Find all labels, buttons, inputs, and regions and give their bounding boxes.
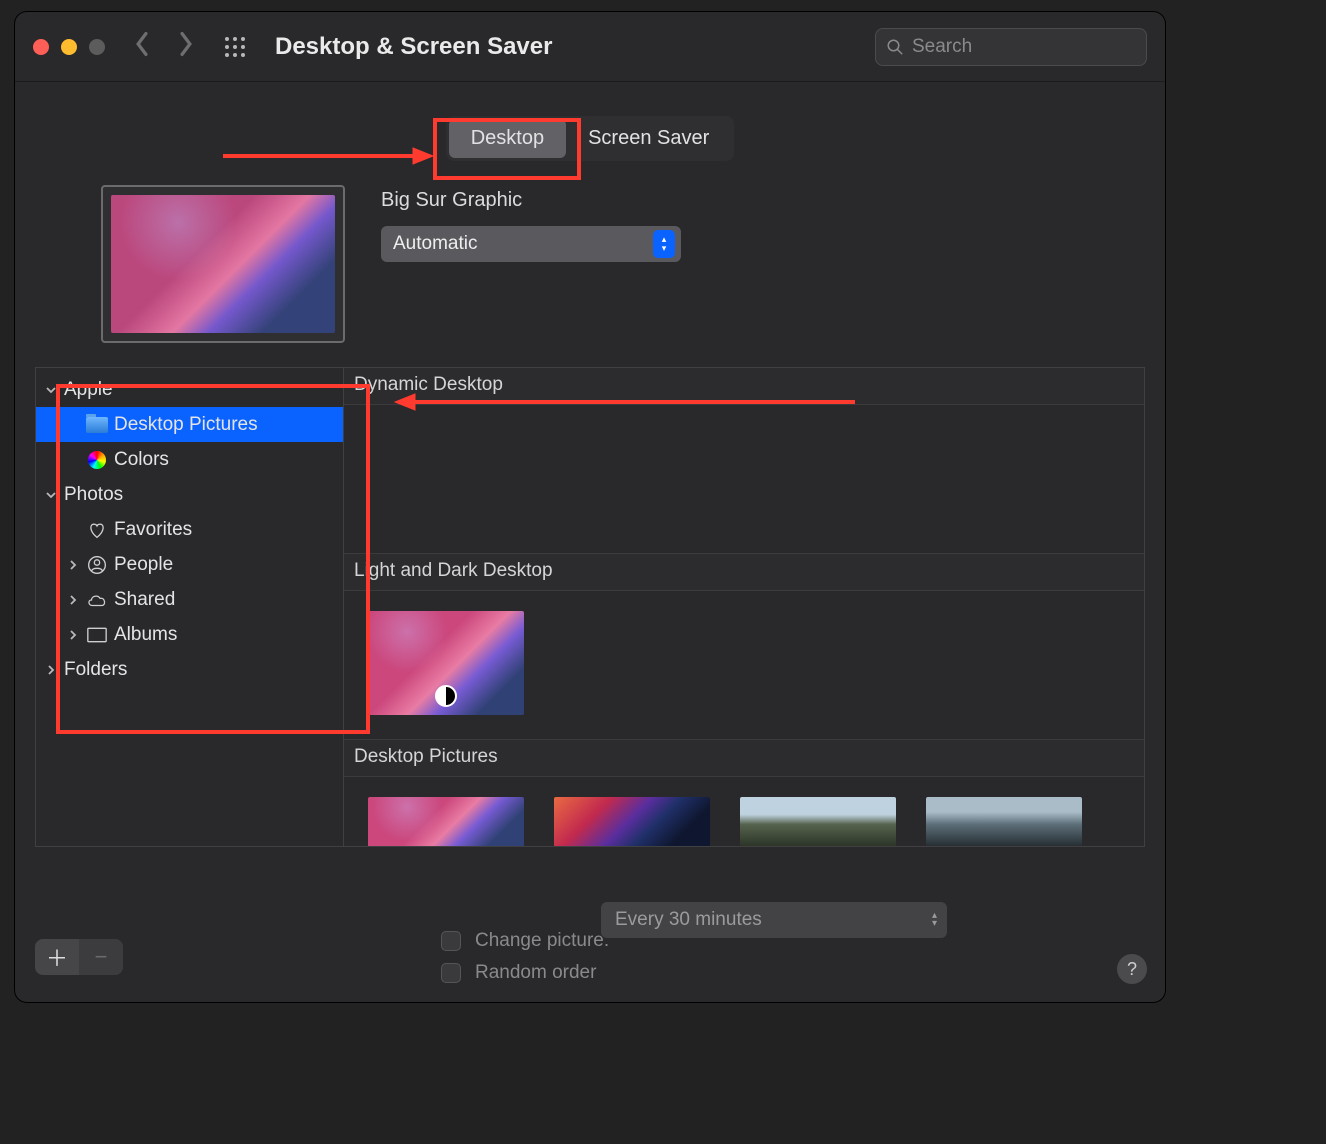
annotation-arrow-tab bbox=[223, 146, 433, 171]
wallpaper-thumb[interactable] bbox=[368, 611, 524, 715]
close-window-button[interactable] bbox=[33, 39, 49, 55]
change-interval-select[interactable]: Every 30 minutes ▴▾ bbox=[601, 902, 947, 938]
stepper-icon: ▴▾ bbox=[932, 912, 937, 928]
annotation-box-sidebar bbox=[56, 384, 370, 734]
wallpaper-thumb[interactable] bbox=[740, 797, 896, 847]
preview-row: Big Sur Graphic Automatic ▴▾ bbox=[35, 185, 1145, 343]
remove-folder-button[interactable]: − bbox=[79, 939, 123, 975]
change-interval-value: Every 30 minutes bbox=[615, 909, 762, 931]
change-picture-checkbox[interactable] bbox=[441, 931, 461, 951]
light-dark-badge-icon bbox=[435, 685, 457, 707]
gallery-strip-pictures bbox=[344, 777, 1144, 847]
traffic-lights bbox=[33, 39, 105, 55]
tab-row: Desktop Screen Saver bbox=[15, 82, 1165, 161]
wallpaper-thumb[interactable] bbox=[926, 425, 1082, 529]
wallpaper-thumb[interactable] bbox=[368, 797, 524, 847]
add-remove-control: ＋ − bbox=[35, 939, 123, 975]
gallery-section-lightdark: Light and Dark Desktop bbox=[344, 554, 1144, 591]
nav-buttons bbox=[133, 31, 195, 62]
wallpaper-thumb[interactable] bbox=[554, 797, 710, 847]
annotation-box-desktop-tab bbox=[433, 118, 581, 180]
back-button[interactable] bbox=[133, 31, 151, 62]
help-button[interactable]: ? bbox=[1117, 954, 1147, 984]
add-folder-button[interactable]: ＋ bbox=[35, 939, 79, 975]
wallpaper-thumbnail bbox=[111, 195, 335, 333]
change-picture-row: Change picture: bbox=[441, 930, 609, 952]
random-order-label: Random order bbox=[475, 962, 596, 984]
wallpaper-thumb[interactable] bbox=[554, 425, 710, 529]
minimize-window-button[interactable] bbox=[61, 39, 77, 55]
wallpaper-name: Big Sur Graphic bbox=[381, 189, 681, 212]
random-order-row: Random order bbox=[441, 962, 609, 984]
change-picture-label: Change picture: bbox=[475, 930, 609, 952]
gallery-strip-lightdark bbox=[344, 591, 1144, 740]
wallpaper-thumb[interactable] bbox=[740, 425, 896, 529]
zoom-window-button[interactable] bbox=[89, 39, 105, 55]
wallpaper-thumb[interactable] bbox=[926, 797, 1082, 847]
bottom-bar: ＋ − Change picture: Random order Every 3… bbox=[35, 930, 1145, 984]
wallpaper-meta: Big Sur Graphic Automatic ▴▾ bbox=[381, 185, 681, 262]
show-all-icon[interactable] bbox=[223, 35, 247, 59]
change-picture-options: Change picture: Random order bbox=[441, 930, 609, 984]
window-title: Desktop & Screen Saver bbox=[275, 33, 552, 61]
search-field[interactable]: Search bbox=[875, 28, 1147, 66]
wallpaper-thumb[interactable] bbox=[368, 425, 524, 529]
appearance-mode-select[interactable]: Automatic ▴▾ bbox=[381, 226, 681, 262]
current-wallpaper-preview bbox=[101, 185, 345, 343]
appearance-mode-value: Automatic bbox=[393, 233, 477, 255]
gallery-section-pictures: Desktop Pictures bbox=[344, 740, 1144, 777]
random-order-checkbox[interactable] bbox=[441, 963, 461, 983]
gallery-strip-dynamic bbox=[344, 405, 1144, 554]
search-placeholder: Search bbox=[912, 36, 972, 58]
titlebar: Desktop & Screen Saver Search bbox=[15, 12, 1165, 82]
stepper-icon: ▴▾ bbox=[653, 230, 675, 258]
tab-screensaver[interactable]: Screen Saver bbox=[566, 119, 731, 158]
preferences-window: Desktop & Screen Saver Search Desktop Sc… bbox=[15, 12, 1165, 1002]
wallpaper-gallery[interactable]: Dynamic Desktop Light and Dark Desktop D… bbox=[343, 367, 1145, 847]
forward-button[interactable] bbox=[177, 31, 195, 62]
annotation-arrow-sidebar bbox=[395, 392, 855, 417]
search-icon bbox=[886, 38, 904, 56]
